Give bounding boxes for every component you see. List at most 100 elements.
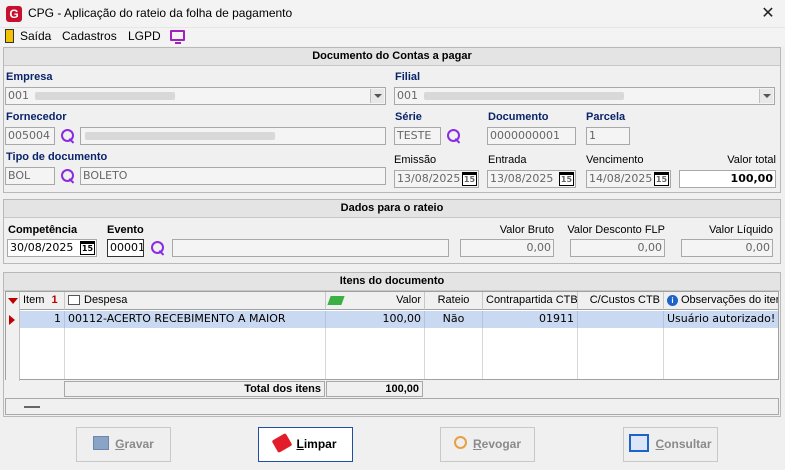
calendar-icon[interactable]: 15 [654, 172, 669, 186]
limpar-button[interactable]: Limpar [258, 427, 353, 462]
cell-item[interactable]: 1 [20, 311, 65, 328]
col-rateio-label: Rateio [437, 294, 470, 306]
chevron-down-icon[interactable] [759, 89, 773, 103]
col-ccustos-label: C/Custos CTB [589, 294, 660, 306]
revoke-arrow-icon [453, 436, 467, 450]
entrada-value: 13/08/2025 [490, 172, 554, 185]
filial-value: 001 [397, 89, 418, 102]
competencia-date-input[interactable]: 30/08/2025 15 [7, 239, 97, 257]
consultar-button[interactable]: Consultar [623, 427, 718, 462]
valor-total-label: Valor total [727, 154, 776, 166]
vencimento-date-input[interactable]: 14/08/2025 15 [586, 170, 671, 188]
limpar-label: impar [303, 437, 337, 451]
evento-label: Evento [107, 224, 144, 236]
fornecedor-code-input[interactable]: 005004 [5, 127, 55, 145]
menu-lgpd[interactable]: LGPD [128, 29, 161, 43]
redacted-block [85, 132, 275, 140]
menu-bar: Saída Cadastros LGPD [0, 28, 785, 46]
serie-input[interactable]: TESTE [394, 127, 441, 145]
grid-column-line [425, 328, 483, 379]
collapse-bar-icon[interactable] [24, 406, 40, 408]
valor-liquido-label: Valor Líquido [708, 224, 773, 236]
calendar-icon[interactable]: 15 [559, 172, 574, 186]
emissao-label: Emissão [394, 154, 437, 166]
emissao-date-input[interactable]: 13/08/2025 15 [394, 170, 479, 188]
cell-observacoes[interactable]: Usuário autorizado! [664, 311, 778, 328]
valor-desconto-label: Valor Desconto FLP [567, 224, 665, 236]
cell-contrapartida[interactable]: 01911 [483, 311, 578, 328]
rateio-panel-title: Dados para o rateio [4, 200, 780, 218]
search-icon[interactable] [447, 129, 461, 143]
parcela-label: Parcela [586, 111, 626, 123]
col-header-rateio[interactable]: Rateio [425, 292, 483, 310]
redacted-block [35, 92, 175, 100]
search-icon[interactable] [61, 129, 75, 143]
calendar-icon[interactable]: 15 [462, 172, 477, 186]
gravar-button[interactable]: Gravar [76, 427, 171, 462]
col-header-observacoes[interactable]: i Observações do item [664, 292, 778, 310]
tipo-code-input[interactable]: BOL [5, 167, 55, 185]
valor-bruto-label: Valor Bruto [499, 224, 554, 236]
monitor-icon[interactable] [170, 30, 185, 44]
filial-label: Filial [395, 71, 421, 83]
cell-despesa[interactable]: 00112-ACERTO RECEBIMENTO A MAIOR [65, 311, 326, 328]
info-icon: i [667, 294, 678, 306]
menu-saida[interactable]: Saída [20, 29, 51, 43]
empresa-select[interactable]: 001 [5, 87, 386, 105]
filial-select[interactable]: 001 [394, 87, 775, 105]
tipo-desc-input[interactable]: BOLETO [80, 167, 386, 185]
emissao-value: 13/08/2025 [397, 172, 461, 185]
chevron-down-icon[interactable] [370, 89, 384, 103]
grid-status-bar [5, 398, 779, 415]
title-bar: G CPG - Aplicação do rateio da folha de … [0, 0, 785, 28]
parcela-input[interactable]: 1 [586, 127, 630, 145]
fornecedor-name-input[interactable] [80, 127, 386, 145]
revogar-button[interactable]: Revogar [440, 427, 535, 462]
cell-ccustos[interactable] [578, 311, 664, 328]
window-title: CPG - Aplicação do rateio da folha de pa… [28, 6, 293, 20]
consultar-hotkey: C [655, 437, 665, 451]
revogar-label: evogar [481, 437, 522, 451]
redacted-block [424, 92, 624, 100]
save-disk-icon [93, 435, 110, 450]
fornecedor-label: Fornecedor [6, 111, 67, 123]
grid-column-line [483, 328, 578, 379]
entrada-date-input[interactable]: 13/08/2025 15 [487, 170, 576, 188]
sort-menu-icon[interactable] [8, 298, 18, 304]
notepad-icon [68, 295, 80, 306]
itens-panel-title: Itens do documento [4, 273, 780, 291]
documento-input[interactable]: 0000000001 [487, 127, 576, 145]
current-row-icon [9, 315, 15, 325]
cell-rateio[interactable]: Não [425, 311, 483, 328]
total-itens-value: 100,00 [326, 381, 423, 397]
col-header-ccustos[interactable]: C/Custos CTB [578, 292, 664, 310]
col-item-label: Item [23, 294, 45, 306]
consult-grid-icon [629, 433, 650, 452]
col-header-despesa[interactable]: Despesa [65, 292, 326, 310]
col-contrapartida-label: Contrapartida CTB [486, 294, 578, 306]
competencia-label: Competência [8, 224, 78, 236]
grid-column-line [578, 328, 664, 379]
gravar-label: ravar [124, 437, 154, 451]
evento-input[interactable]: 00001 [107, 239, 144, 257]
empresa-label: Empresa [6, 71, 53, 83]
col-header-contrapartida[interactable]: Contrapartida CTB [483, 292, 578, 310]
row-indicator-column [6, 292, 20, 381]
search-icon[interactable] [151, 241, 165, 255]
competencia-value: 30/08/2025 [10, 241, 74, 254]
calendar-icon[interactable]: 15 [80, 241, 95, 255]
app-logo-icon: G [6, 6, 22, 22]
col-header-valor[interactable]: Valor [326, 292, 425, 310]
close-button[interactable]: ✕ [759, 4, 777, 22]
menu-cadastros[interactable]: Cadastros [62, 29, 117, 43]
grid-column-line [20, 328, 65, 379]
col-header-item[interactable]: Item 1 [20, 292, 65, 310]
col-despesa-label: Despesa [84, 294, 128, 306]
valor-bruto-input: 0,00 [460, 239, 554, 257]
total-itens-label: Total dos itens [64, 381, 325, 397]
cell-valor[interactable]: 100,00 [326, 311, 425, 328]
search-icon[interactable] [61, 169, 75, 183]
items-grid[interactable]: Item 1 Despesa Valor Rateio Contrapartid… [5, 291, 779, 381]
evento-desc-input [172, 239, 449, 257]
revogar-hotkey: R [472, 437, 482, 451]
